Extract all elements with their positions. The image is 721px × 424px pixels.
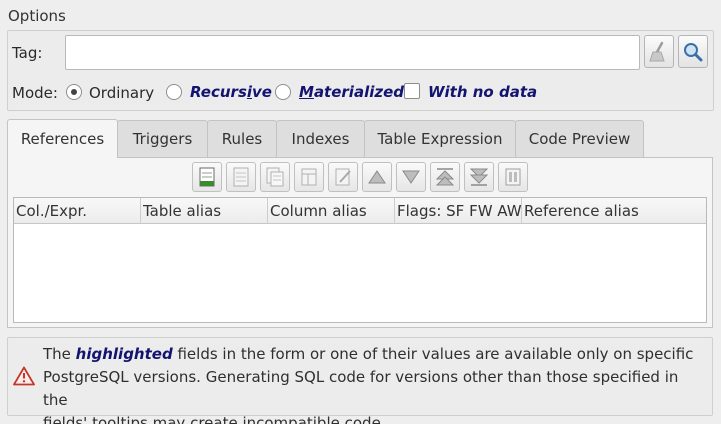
double-triangle-down-icon bbox=[469, 168, 489, 186]
move-top-button[interactable] bbox=[430, 162, 460, 192]
double-triangle-up-icon bbox=[435, 168, 455, 186]
triangle-up-icon bbox=[368, 170, 386, 184]
mode-recursive-label[interactable]: Recursive bbox=[190, 83, 272, 101]
duplicate-icon bbox=[266, 167, 284, 187]
triangle-down-icon bbox=[402, 170, 420, 184]
update-row-icon bbox=[233, 167, 249, 187]
mode-ordinary-label[interactable]: Ordinary bbox=[89, 84, 154, 102]
alert-text-line3: fields' tooltips may create incompatible… bbox=[43, 414, 386, 424]
alert-highlight-word: highlighted bbox=[75, 345, 173, 363]
version-alert-text: The highlighted fields in the form or on… bbox=[43, 343, 707, 424]
remove-item-button[interactable] bbox=[328, 162, 358, 192]
tab-indexes[interactable]: Indexes bbox=[276, 120, 365, 157]
with-no-data-label[interactable]: With no data bbox=[428, 83, 537, 101]
tab-code-preview[interactable]: Code Preview bbox=[515, 120, 644, 157]
broom-icon bbox=[649, 41, 665, 61]
update-item-button[interactable] bbox=[226, 162, 256, 192]
tag-input[interactable] bbox=[65, 35, 640, 70]
search-tag-button[interactable] bbox=[678, 35, 708, 68]
table-header: Col./Expr. Table alias Column alias Flag… bbox=[14, 198, 706, 224]
edit-pencil-icon bbox=[335, 168, 351, 186]
table-edit-icon bbox=[301, 168, 317, 186]
add-item-button[interactable] bbox=[192, 162, 222, 192]
remove-all-button[interactable] bbox=[498, 162, 528, 192]
move-bottom-button[interactable] bbox=[464, 162, 494, 192]
alert-text-prefix: The bbox=[43, 345, 76, 363]
move-up-button[interactable] bbox=[362, 162, 392, 192]
tab-rules[interactable]: Rules bbox=[207, 120, 277, 157]
column-header-flags[interactable]: Flags: SF FW AW I bbox=[395, 198, 522, 224]
tag-label: Tag: bbox=[12, 44, 43, 62]
column-header-col-expr[interactable]: Col./Expr. bbox=[14, 198, 141, 224]
edit-item-button[interactable] bbox=[294, 162, 324, 192]
options-group-title: Options bbox=[8, 7, 66, 25]
tab-references[interactable]: References bbox=[7, 119, 118, 158]
alert-icon bbox=[13, 366, 35, 390]
mnemonic-letter: i bbox=[246, 83, 253, 101]
columns-icon bbox=[505, 168, 521, 186]
alert-text-line1: fields in the form or one of their value… bbox=[172, 345, 694, 363]
duplicate-item-button[interactable] bbox=[260, 162, 290, 192]
tab-triggers[interactable]: Triggers bbox=[117, 120, 208, 157]
column-header-table-alias[interactable]: Table alias bbox=[141, 198, 268, 224]
mode-ordinary-radio[interactable] bbox=[66, 84, 82, 100]
mnemonic-letter: M bbox=[299, 83, 314, 101]
search-icon bbox=[684, 42, 703, 61]
mode-materialized-radio[interactable] bbox=[275, 84, 291, 100]
column-header-column-alias[interactable]: Column alias bbox=[268, 198, 395, 224]
mode-label: Mode: bbox=[12, 84, 58, 102]
mode-recursive-radio[interactable] bbox=[166, 84, 182, 100]
mode-materialized-label[interactable]: Materialized bbox=[299, 83, 404, 101]
clear-tag-button[interactable] bbox=[644, 35, 674, 68]
tab-table-expression[interactable]: Table Expression bbox=[364, 120, 516, 157]
add-row-icon bbox=[199, 167, 215, 187]
with-no-data-checkbox[interactable] bbox=[404, 83, 420, 99]
column-header-reference-alias[interactable]: Reference alias bbox=[522, 198, 706, 224]
move-down-button[interactable] bbox=[396, 162, 426, 192]
alert-text-line2: PostgreSQL versions. Generating SQL code… bbox=[43, 368, 679, 409]
